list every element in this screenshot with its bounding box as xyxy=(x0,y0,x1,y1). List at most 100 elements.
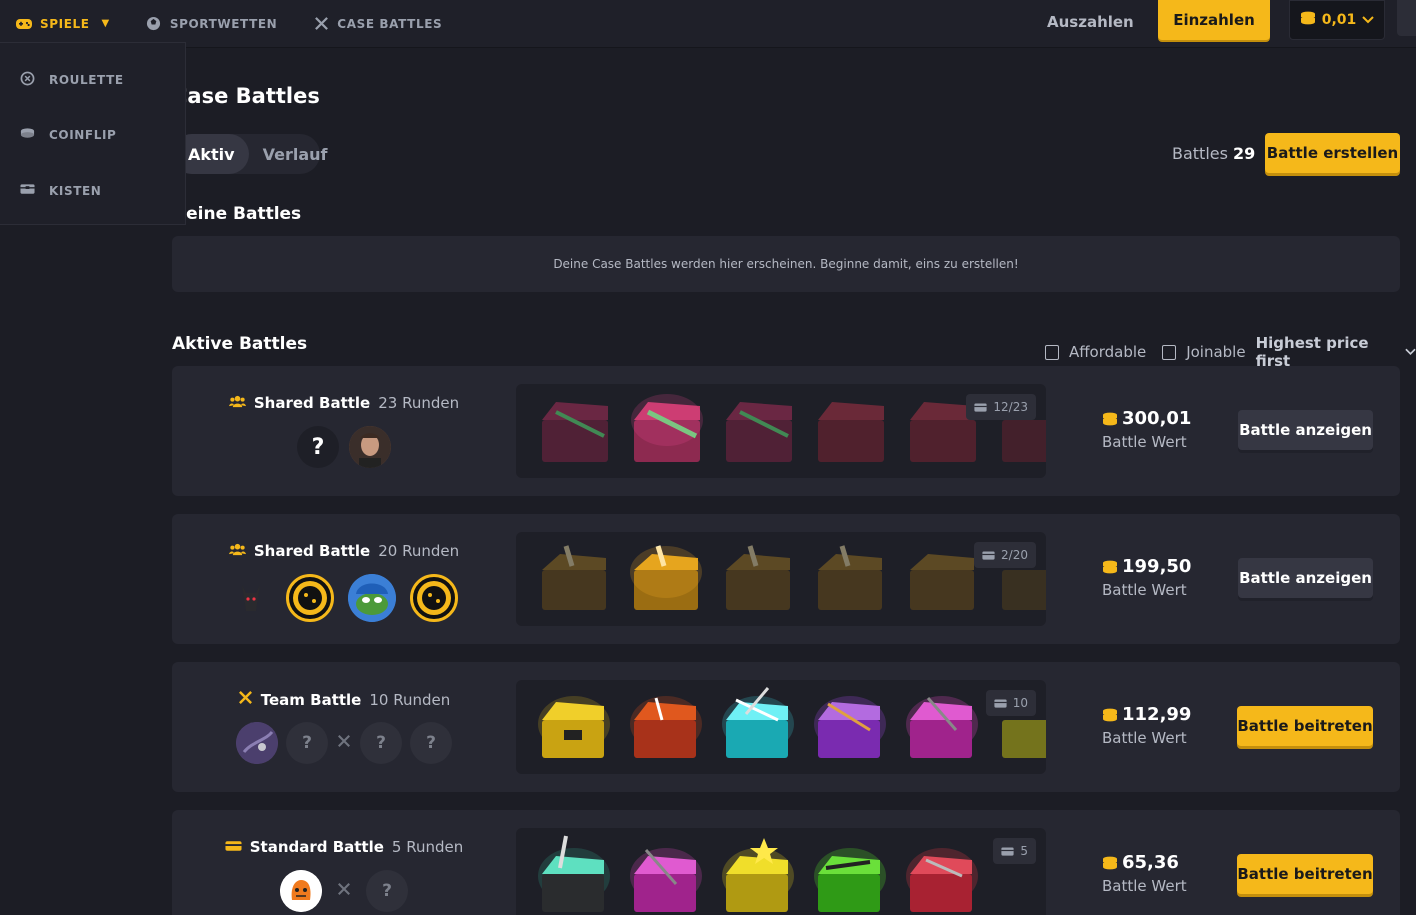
player-avatar[interactable] xyxy=(230,577,272,619)
join-battle-button[interactable]: Battle beitreten xyxy=(1237,854,1373,894)
dropdown-item-kisten[interactable]: KISTEN xyxy=(20,183,101,198)
withdraw-button[interactable]: Auszahlen xyxy=(1047,11,1134,33)
battle-cases: 2/20 xyxy=(516,532,1046,626)
battle-header: Team Battle 10 Runden xyxy=(172,690,516,709)
chevron-down-icon xyxy=(1362,12,1374,28)
nav-sportwetten-label: SPORTWETTEN xyxy=(169,16,278,31)
nav-case-battles[interactable]: CASE BATTLES xyxy=(313,0,442,48)
nav-spiele-label: SPIELE xyxy=(40,16,90,31)
case-counter: 10 xyxy=(985,690,1036,716)
coins-icon xyxy=(1103,708,1117,721)
crate-icon xyxy=(982,550,995,560)
case-counter: 2/20 xyxy=(974,542,1036,568)
battle-value: 199,50 Battle Wert xyxy=(1102,556,1191,599)
case-counter: 5 xyxy=(993,838,1036,864)
battle-header: Standard Battle 5 Runden xyxy=(172,838,516,856)
battle-cases: 12/23 xyxy=(516,384,1046,478)
tab-verlauf[interactable]: Verlauf xyxy=(249,134,342,174)
dropdown-item-label: KISTEN xyxy=(49,183,102,198)
battle-type: Shared Battle xyxy=(253,542,371,560)
crossed-swords-icon xyxy=(238,690,253,709)
case-counter-text: 2/20 xyxy=(1001,548,1028,562)
player-avatar[interactable] xyxy=(286,574,334,622)
battles-count-number: 29 xyxy=(1233,144,1256,163)
battle-type: Standard Battle xyxy=(249,838,384,856)
battle-players xyxy=(172,574,516,622)
player-avatar[interactable] xyxy=(410,574,458,622)
player-avatar[interactable] xyxy=(236,722,278,764)
battle-header: Shared Battle 23 Runden xyxy=(172,394,516,412)
battles-count-label: Battles xyxy=(1172,144,1228,163)
active-battles-title: Aktive Battles xyxy=(172,334,308,354)
battle-cases: 5 xyxy=(516,828,1046,915)
nav-spiele[interactable]: SPIELE ▼ xyxy=(16,0,110,48)
battle-rounds: 20 Runden xyxy=(378,542,460,560)
crate-icon xyxy=(994,698,1007,708)
ball-icon xyxy=(146,16,162,32)
sort-dropdown[interactable]: Highest price first xyxy=(1256,334,1416,370)
coins-icon xyxy=(1103,560,1117,573)
empty-slot-avatar[interactable]: ? xyxy=(366,870,408,912)
empty-slot-avatar[interactable]: ? xyxy=(360,722,402,764)
case-strip xyxy=(538,835,978,912)
battle-tabs: Aktiv Verlauf xyxy=(172,134,327,174)
deposit-button[interactable]: Einzahlen xyxy=(1158,0,1270,40)
my-battles-empty-text: Deine Case Battles werden hier erscheine… xyxy=(553,257,1019,271)
battle-value-amount: 300,01 xyxy=(1122,408,1192,429)
group-icon xyxy=(229,394,246,412)
player-avatar[interactable] xyxy=(280,870,322,912)
joinable-label: Joinable xyxy=(1186,343,1246,361)
battle-value-amount: 199,50 xyxy=(1122,556,1192,577)
create-battle-button[interactable]: Battle erstellen xyxy=(1265,133,1400,173)
battle-players: ? xyxy=(172,870,516,912)
view-battle-button[interactable]: Battle anzeigen xyxy=(1238,558,1373,598)
dropdown-item-coinflip[interactable]: COINFLIP xyxy=(20,127,116,142)
battle-rounds: 5 Runden xyxy=(391,838,464,856)
join-battle-button[interactable]: Battle beitreten xyxy=(1237,706,1373,746)
view-battle-button[interactable]: Battle anzeigen xyxy=(1238,410,1373,450)
crossed-swords-icon xyxy=(313,16,329,32)
dropdown-item-label: COINFLIP xyxy=(49,127,117,142)
player-avatar[interactable] xyxy=(349,426,391,468)
battle-players: ? ? ? xyxy=(172,722,516,764)
joinable-checkbox[interactable] xyxy=(1162,344,1177,360)
affordable-checkbox[interactable] xyxy=(1045,344,1059,360)
sidebar-toggle-button[interactable] xyxy=(1397,0,1416,36)
my-battles-title: Deine Battles xyxy=(172,204,302,224)
case-strip xyxy=(538,687,1046,758)
battle-card: Standard Battle 5 Runden ? 5 65,36 Battl… xyxy=(172,810,1400,915)
battle-rounds: 23 Runden xyxy=(378,394,460,412)
caret-down-icon: ▼ xyxy=(101,18,110,29)
sort-label: Highest price first xyxy=(1255,334,1369,370)
battle-value-label: Battle Wert xyxy=(1102,433,1187,451)
empty-slot-avatar[interactable]: ? xyxy=(297,426,339,468)
empty-slot-avatar[interactable]: ? xyxy=(410,722,452,764)
ticket-icon xyxy=(225,838,242,856)
case-strip xyxy=(542,545,1046,610)
roulette-icon xyxy=(20,71,35,89)
page-title: Case Battles xyxy=(172,84,320,108)
empty-slot-avatar[interactable]: ? xyxy=(286,722,328,764)
coins-icon xyxy=(1103,412,1117,425)
balance-dropdown[interactable]: 0,01 xyxy=(1289,0,1385,40)
gamepad-icon xyxy=(16,16,32,32)
battle-value-label: Battle Wert xyxy=(1102,877,1187,895)
battle-value: 300,01 Battle Wert xyxy=(1102,408,1191,451)
battle-value-label: Battle Wert xyxy=(1102,581,1187,599)
battle-header: Shared Battle 20 Runden xyxy=(172,542,516,560)
games-dropdown-menu: ROULETTE COINFLIP KISTEN xyxy=(0,42,186,225)
player-avatar[interactable] xyxy=(348,574,396,622)
battle-rounds: 10 Runden xyxy=(369,690,451,709)
battle-card: Team Battle 10 Runden ? ? ? 10 112,99 Ba… xyxy=(172,662,1400,792)
balance-amount: 0,01 xyxy=(1321,12,1357,28)
battle-value: 112,99 Battle Wert xyxy=(1102,704,1191,747)
my-battles-empty: Deine Case Battles werden hier erscheine… xyxy=(172,236,1400,292)
battle-cases: 10 xyxy=(516,680,1046,774)
nav-sportwetten[interactable]: SPORTWETTEN xyxy=(146,0,277,48)
dropdown-item-roulette[interactable]: ROULETTE xyxy=(20,71,124,89)
case-counter-text: 10 xyxy=(1012,696,1028,710)
dropdown-item-label: ROULETTE xyxy=(49,73,124,87)
coin-icon xyxy=(20,127,35,142)
battle-value-label: Battle Wert xyxy=(1102,729,1187,747)
chevron-down-icon xyxy=(1405,348,1416,355)
